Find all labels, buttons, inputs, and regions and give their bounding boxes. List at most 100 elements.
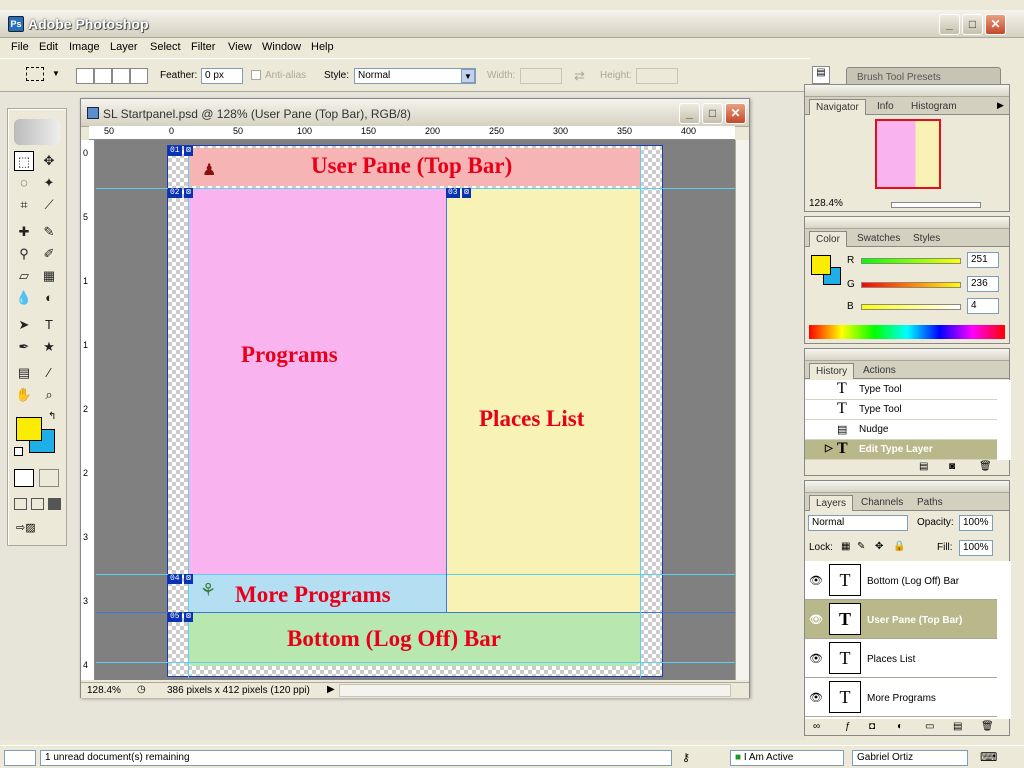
presence-select[interactable]: ■ I Am Active — [730, 750, 844, 766]
visibility-eye-icon[interactable]: 👁 — [809, 652, 823, 665]
width-input[interactable] — [520, 68, 562, 84]
gradient-tool-icon[interactable]: ▦ — [39, 266, 59, 286]
tab-layers[interactable]: Layers — [809, 495, 854, 511]
intersect-selection-icon[interactable] — [130, 68, 148, 84]
green-slider[interactable] — [861, 282, 961, 288]
color-ramp[interactable] — [809, 325, 1005, 339]
quick-mask-icon[interactable] — [39, 469, 59, 487]
delete-layer-icon[interactable]: 🗑 — [981, 721, 994, 732]
layer-row[interactable]: 👁 T More Programs — [805, 678, 997, 717]
doc-close-button[interactable]: ✕ — [725, 103, 746, 124]
type-tool-icon[interactable]: T — [39, 315, 59, 335]
panel-grip[interactable] — [805, 85, 1009, 97]
status-menu-icon[interactable]: ◷ — [137, 684, 146, 695]
tab-swatches[interactable]: Swatches — [851, 231, 906, 247]
navigator-zoom[interactable]: 128.4% — [809, 198, 843, 209]
adjustment-layer-icon[interactable]: ◐ — [897, 721, 903, 732]
blue-slider[interactable] — [861, 304, 961, 310]
tab-histogram[interactable]: Histogram — [905, 99, 963, 115]
red-value-input[interactable]: 251 — [967, 252, 999, 268]
keyboard-icon[interactable]: ⌨ — [980, 750, 997, 764]
tab-info[interactable]: Info — [871, 99, 900, 115]
blur-tool-icon[interactable]: 💧 — [14, 288, 34, 308]
file-browser-icon[interactable]: ▤ — [812, 66, 830, 84]
crop-tool-icon[interactable]: ⌗ — [14, 195, 34, 215]
history-item[interactable]: ▷ T Edit Type Layer — [805, 440, 997, 460]
menu-select[interactable]: Select — [150, 41, 181, 53]
layer-row[interactable]: 👁 T Places List — [805, 639, 997, 678]
visibility-eye-icon[interactable]: 👁 — [809, 574, 823, 587]
standard-mode-icon[interactable] — [14, 469, 34, 487]
move-tool-icon[interactable]: ✥ — [39, 151, 59, 171]
swap-icon[interactable]: ⇄ — [574, 68, 585, 84]
antialias-checkbox[interactable] — [251, 70, 261, 80]
layer-mask-icon[interactable]: ◘ — [869, 721, 875, 732]
preset-dropdown-arrow-icon[interactable]: ▼ — [52, 69, 60, 78]
fill-input[interactable]: 100% — [959, 540, 993, 556]
slice-tool-icon[interactable]: ⟋ — [39, 195, 59, 215]
history-brush-icon[interactable]: ✐ — [39, 244, 59, 264]
new-group-icon[interactable]: ▭ — [925, 721, 934, 732]
new-document-icon[interactable]: ▤ — [919, 461, 928, 472]
brush-tool-icon[interactable]: ✎ — [39, 222, 59, 242]
key-icon[interactable]: ⚷ — [682, 751, 690, 764]
horizontal-scrollbar[interactable] — [339, 684, 731, 697]
eraser-tool-icon[interactable]: ▱ — [14, 266, 34, 286]
history-item[interactable]: T Type Tool — [805, 380, 997, 400]
style-select[interactable]: Normal — [354, 68, 476, 84]
minimize-button[interactable]: _ — [939, 14, 960, 35]
dodge-tool-icon[interactable]: ◐ — [39, 288, 59, 308]
tab-paths[interactable]: Paths — [911, 495, 949, 511]
layer-style-icon[interactable]: ƒ — [845, 721, 851, 732]
history-item[interactable]: ▤ Nudge — [805, 420, 997, 440]
doc-minimize-button[interactable]: _ — [679, 103, 700, 124]
link-layers-icon[interactable]: ∞ — [813, 721, 820, 732]
lock-position-icon[interactable]: ✥ — [875, 541, 883, 552]
marquee-tool-preset-icon[interactable] — [26, 67, 44, 81]
opacity-input[interactable]: 100% — [959, 515, 993, 531]
panel-grip[interactable] — [805, 217, 1009, 229]
clone-stamp-icon[interactable]: ⚲ — [14, 244, 34, 264]
tab-channels[interactable]: Channels — [855, 495, 909, 511]
layer-row[interactable]: 👁 T Bottom (Log Off) Bar — [805, 561, 997, 600]
menu-edit[interactable]: Edit — [39, 41, 58, 53]
lock-transparency-icon[interactable]: ▦ — [841, 541, 850, 552]
path-selection-icon[interactable]: ➤ — [14, 315, 34, 335]
feather-logo-icon[interactable] — [14, 119, 60, 145]
new-snapshot-icon[interactable]: ◙ — [949, 461, 955, 472]
menu-filter[interactable]: Filter — [191, 41, 215, 53]
visibility-eye-icon[interactable]: 👁 — [809, 691, 823, 704]
style-dropdown-arrow-icon[interactable]: ▼ — [461, 69, 475, 83]
new-selection-icon[interactable] — [76, 68, 94, 84]
custom-shape-icon[interactable]: ★ — [39, 337, 59, 357]
status-arrow-icon[interactable]: ▶ — [327, 684, 335, 695]
notes-tool-icon[interactable]: ▤ — [14, 363, 34, 383]
tab-navigator[interactable]: Navigator — [809, 99, 866, 115]
standard-screen-icon[interactable] — [14, 498, 27, 510]
vertical-scrollbar[interactable] — [735, 140, 749, 680]
navigator-thumbnail[interactable] — [875, 119, 941, 189]
menu-file[interactable]: File — [11, 41, 29, 53]
feather-input[interactable]: 0 px — [201, 68, 243, 84]
menu-window[interactable]: Window — [262, 41, 301, 53]
zoom-tool-icon[interactable]: ⌕ — [39, 385, 59, 405]
tab-actions[interactable]: Actions — [857, 363, 902, 379]
places-list-region[interactable] — [446, 188, 640, 612]
close-button[interactable]: ✕ — [985, 14, 1006, 35]
lock-paint-icon[interactable]: ✎ — [857, 541, 865, 552]
jump-to-imageready-icon[interactable]: ⇨▨ — [16, 521, 56, 537]
foreground-color-swatch[interactable] — [16, 417, 42, 441]
default-colors-icon[interactable] — [14, 447, 23, 456]
programs-region[interactable] — [188, 188, 446, 574]
doc-maximize-button[interactable]: □ — [702, 103, 723, 124]
hand-tool-icon[interactable]: ✋ — [14, 385, 34, 405]
color-foreground-swatch[interactable] — [811, 255, 831, 275]
user-select[interactable]: Gabriel Ortiz — [852, 750, 968, 766]
panel-grip[interactable] — [805, 481, 1009, 493]
add-selection-icon[interactable] — [94, 68, 112, 84]
history-item[interactable]: T Type Tool — [805, 400, 997, 420]
blend-mode-select[interactable]: Normal — [808, 515, 908, 531]
panel-menu-icon[interactable]: ▶ — [997, 100, 1004, 111]
menu-image[interactable]: Image — [69, 41, 100, 53]
trash-icon[interactable]: 🗑 — [979, 461, 992, 472]
